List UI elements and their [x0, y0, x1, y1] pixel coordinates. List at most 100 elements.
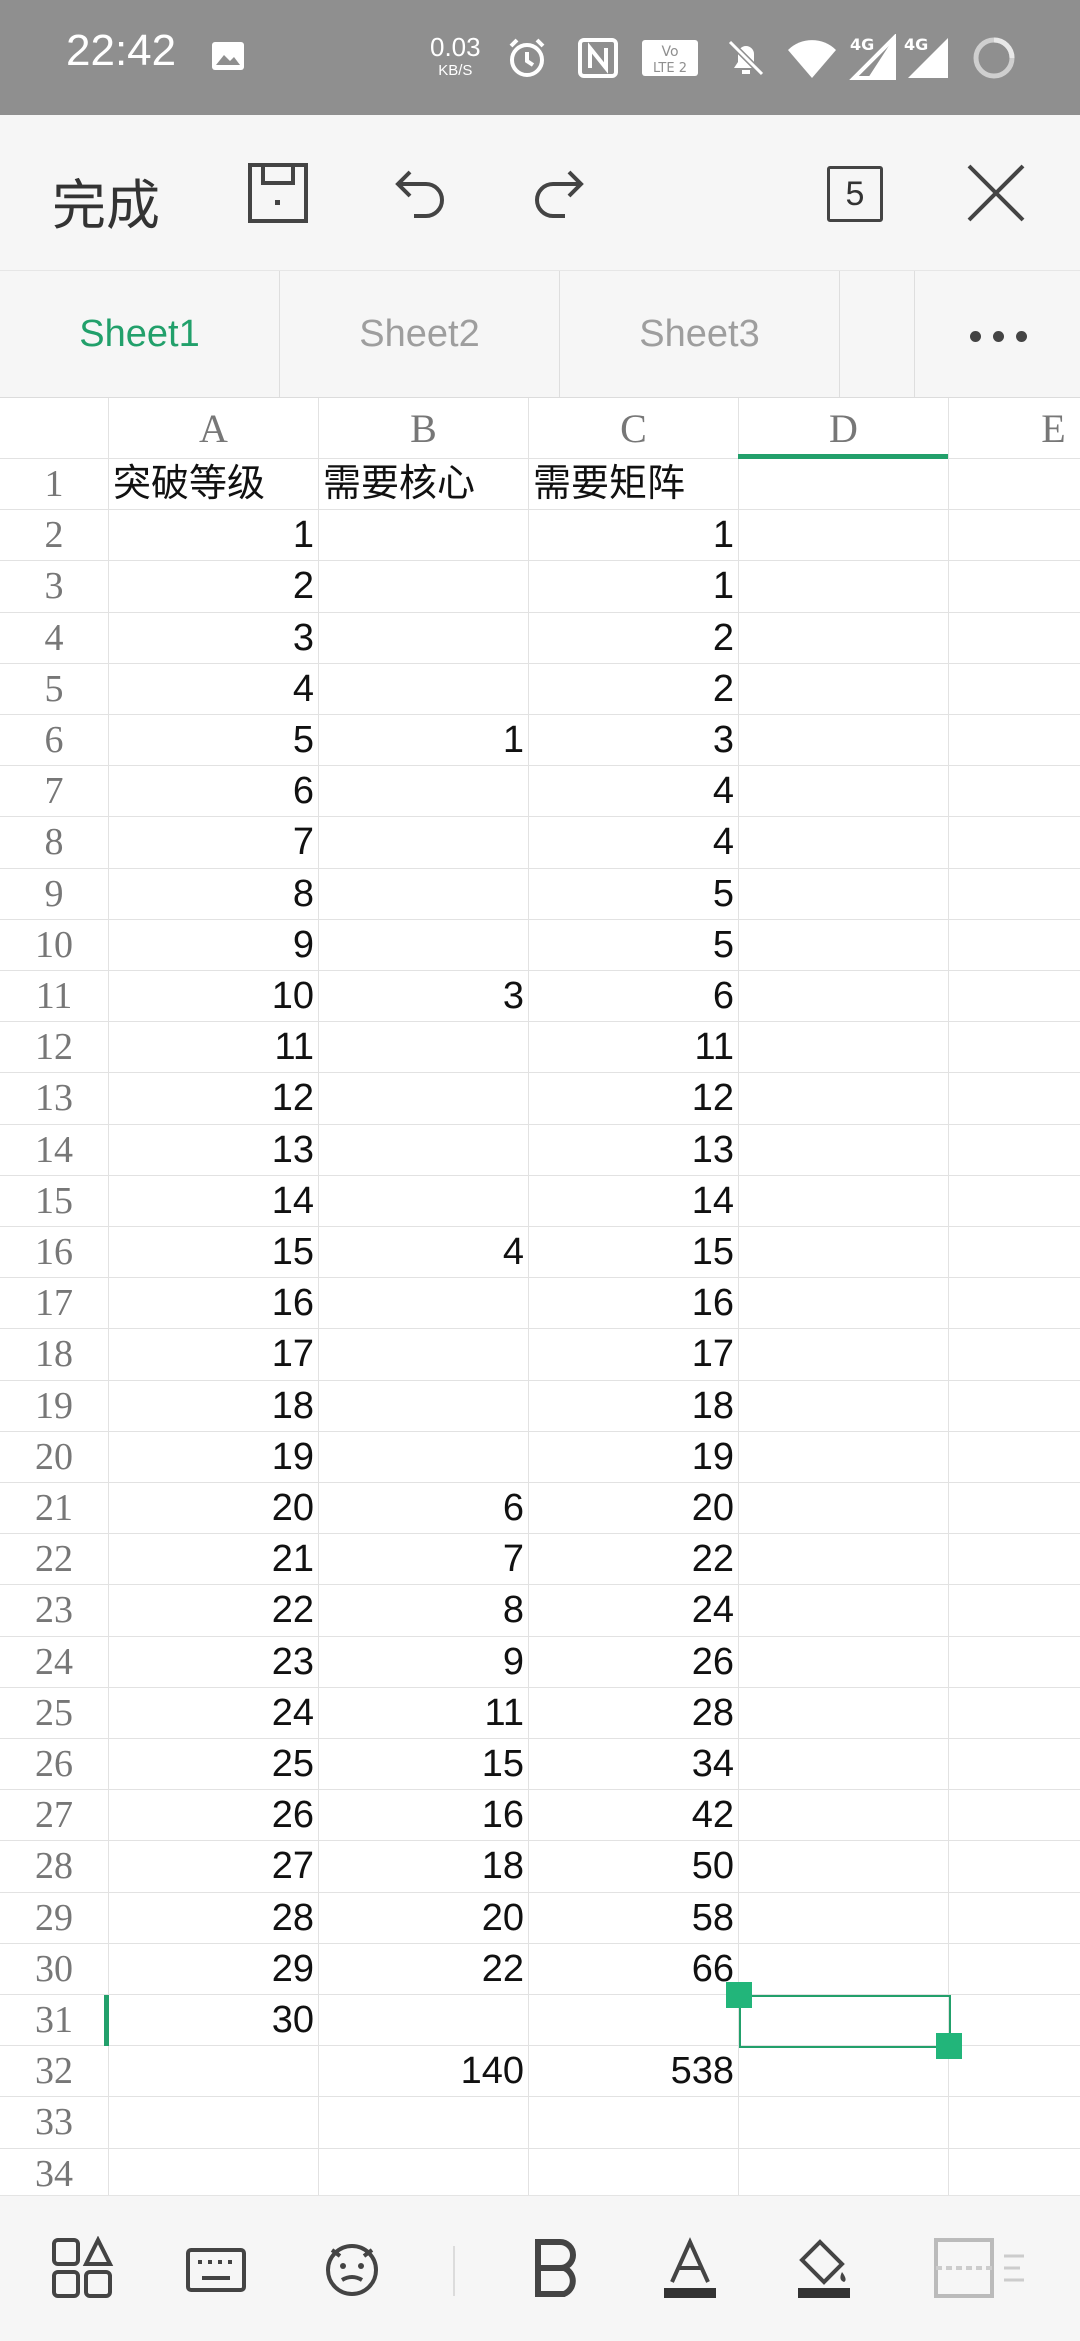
- cell-d[interactable]: [739, 1227, 949, 1279]
- cell-d[interactable]: [739, 1278, 949, 1330]
- cell-a[interactable]: 5: [109, 715, 319, 767]
- cell-a[interactable]: 27: [109, 1841, 319, 1893]
- row-header[interactable]: 14: [0, 1124, 109, 1176]
- cell-e[interactable]: [949, 1125, 1080, 1176]
- cell-d[interactable]: [739, 715, 949, 767]
- cell-e[interactable]: [949, 459, 1080, 511]
- cell-d[interactable]: [739, 1483, 949, 1535]
- cell-c[interactable]: 22: [529, 1534, 739, 1586]
- cell-d[interactable]: [739, 1790, 949, 1842]
- cell-b[interactable]: 需要核心: [319, 459, 529, 511]
- row-header[interactable]: 21: [0, 1483, 109, 1535]
- cell-b[interactable]: 6: [319, 1483, 529, 1535]
- row-header[interactable]: 28: [0, 1841, 109, 1893]
- row-header[interactable]: 27: [0, 1790, 109, 1842]
- spreadsheet-grid[interactable]: A B C D E 1 突破等级 需要核心 需要矩阵 2 1 1 3 2 1 4 3 2 5 4 2 6 5 1 3 7 6 4 8 7 4…: [0, 398, 1080, 2195]
- cell-b[interactable]: 1: [319, 715, 529, 767]
- cell-a[interactable]: 28: [109, 1892, 319, 1944]
- tab-sheet3[interactable]: Sheet3: [560, 271, 840, 397]
- cell-d[interactable]: [739, 1534, 949, 1586]
- cell-a[interactable]: 10: [109, 971, 319, 1023]
- row-header[interactable]: 4: [0, 612, 109, 664]
- row-header[interactable]: 2: [0, 510, 109, 562]
- cell-c[interactable]: 5: [529, 868, 739, 920]
- cell-c[interactable]: [529, 2148, 739, 2195]
- cell-e[interactable]: [949, 1176, 1080, 1227]
- row-header[interactable]: 10: [0, 919, 109, 971]
- cell-a[interactable]: 20: [109, 1483, 319, 1535]
- cell-a[interactable]: 13: [109, 1124, 319, 1176]
- cell-e[interactable]: [949, 920, 1080, 971]
- cell-a[interactable]: 24: [109, 1687, 319, 1739]
- cell-c[interactable]: 12: [529, 1073, 739, 1125]
- cell-a[interactable]: 25: [109, 1739, 319, 1791]
- bold-icon[interactable]: [524, 2236, 588, 2300]
- cell-e[interactable]: [949, 510, 1080, 562]
- cell-a[interactable]: 3: [109, 612, 319, 664]
- cell-b[interactable]: [319, 1431, 529, 1483]
- cell-b[interactable]: 16: [319, 1790, 529, 1842]
- cell-a[interactable]: [109, 2046, 319, 2098]
- cell-a[interactable]: 6: [109, 766, 319, 818]
- cell-e[interactable]: [949, 1381, 1080, 1432]
- cell-a[interactable]: 30: [109, 1995, 319, 2047]
- cell-a[interactable]: 7: [109, 817, 319, 869]
- row-header[interactable]: 13: [0, 1073, 109, 1125]
- row-header[interactable]: 26: [0, 1739, 109, 1791]
- cell-c[interactable]: 6: [529, 971, 739, 1023]
- redo-icon[interactable]: [527, 160, 593, 226]
- row-header[interactable]: 6: [0, 715, 109, 767]
- cell-a[interactable]: 19: [109, 1431, 319, 1483]
- cell-b[interactable]: [319, 868, 529, 920]
- cell-c[interactable]: 28: [529, 1687, 739, 1739]
- font-color-icon[interactable]: [658, 2236, 722, 2300]
- cell-e[interactable]: [949, 1227, 1080, 1279]
- cell-a[interactable]: 17: [109, 1329, 319, 1381]
- cell-c[interactable]: 3: [529, 715, 739, 767]
- row-header[interactable]: 29: [0, 1892, 109, 1944]
- cell-e[interactable]: [949, 1585, 1080, 1637]
- cell-e[interactable]: [949, 613, 1080, 664]
- cell-e[interactable]: [949, 1073, 1080, 1125]
- cell-d[interactable]: [739, 1124, 949, 1176]
- cell-c[interactable]: 26: [529, 1636, 739, 1688]
- cell-d[interactable]: [739, 919, 949, 971]
- cell-b[interactable]: [319, 766, 529, 818]
- cell-b[interactable]: [319, 2148, 529, 2195]
- cell-c[interactable]: 4: [529, 817, 739, 869]
- cell-a[interactable]: 26: [109, 1790, 319, 1842]
- save-icon[interactable]: [245, 160, 311, 226]
- tab-sheet1[interactable]: Sheet1: [0, 271, 280, 397]
- keyboard-icon[interactable]: [184, 2236, 248, 2300]
- cell-e[interactable]: [949, 1637, 1080, 1688]
- cell-a[interactable]: 11: [109, 1022, 319, 1074]
- cell-c[interactable]: 1: [529, 510, 739, 562]
- cell-e[interactable]: [949, 715, 1080, 767]
- cell-e[interactable]: [949, 561, 1080, 613]
- row-header[interactable]: 1: [0, 459, 109, 511]
- cell-b[interactable]: 7: [319, 1534, 529, 1586]
- cell-b[interactable]: 15: [319, 1739, 529, 1791]
- cell-c[interactable]: 16: [529, 1278, 739, 1330]
- cell-a[interactable]: 29: [109, 1943, 319, 1995]
- border-icon[interactable]: [932, 2236, 1032, 2300]
- cell-a[interactable]: 2: [109, 561, 319, 613]
- row-header[interactable]: 17: [0, 1278, 109, 1330]
- cell-e[interactable]: [949, 2149, 1080, 2195]
- cell-d[interactable]: [739, 1841, 949, 1893]
- cell-b[interactable]: [319, 919, 529, 971]
- cell-b[interactable]: 3: [319, 971, 529, 1023]
- cell-b[interactable]: [319, 663, 529, 715]
- cell-e[interactable]: [949, 869, 1080, 920]
- cell-a[interactable]: 8: [109, 868, 319, 920]
- cell-b[interactable]: [319, 2097, 529, 2149]
- cell-c[interactable]: 538: [529, 2046, 739, 2098]
- row-header[interactable]: 20: [0, 1431, 109, 1483]
- fill-color-icon[interactable]: [792, 2236, 856, 2300]
- cell-d[interactable]: [739, 663, 949, 715]
- cell-e[interactable]: [949, 766, 1080, 818]
- cell-b[interactable]: [319, 561, 529, 613]
- cell-a[interactable]: 14: [109, 1175, 319, 1227]
- selected-cell-outline[interactable]: [739, 1995, 951, 2049]
- cell-b[interactable]: [319, 1329, 529, 1381]
